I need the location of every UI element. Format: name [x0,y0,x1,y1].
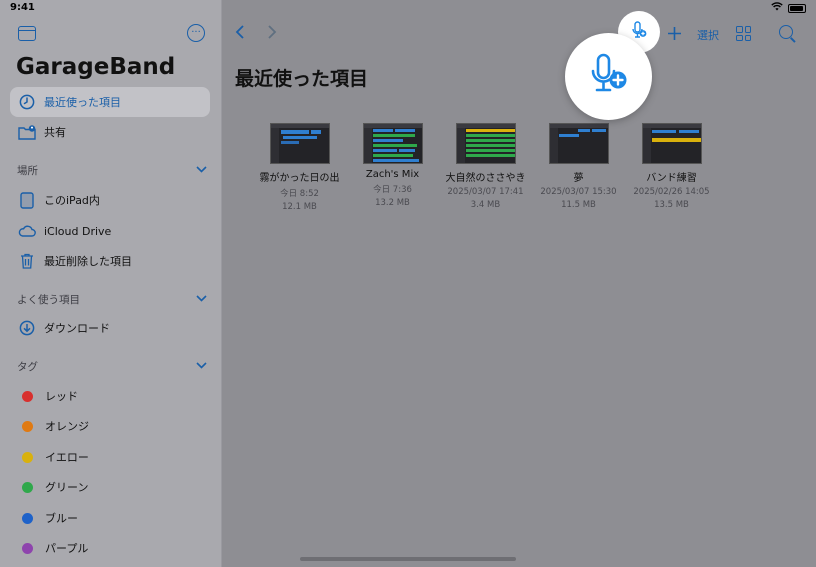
sidebar-item-label: このiPad内 [44,194,100,207]
file-size: 3.4 MB [470,200,501,210]
page-title: 最近使った項目 [235,68,369,90]
file-name: 霧がかった日の出 [259,173,340,184]
chevron-down-icon [196,165,207,176]
sidebar-item-tag-red[interactable]: レッド [10,381,210,411]
sidebar-item-label: レッド [45,390,78,403]
sidebar-section-tags[interactable]: タグ [17,357,207,375]
sidebar-item-on-ipad[interactable]: このiPad内 [10,185,210,215]
song-thumbnail [641,123,702,164]
file-size: 12.1 MB [282,202,317,212]
wifi-icon [771,2,783,14]
tag-dot-red [22,390,33,402]
sidebar-item-label: グリーン [45,481,89,494]
clock-icon [18,93,36,111]
sidebar-item-label: 共有 [44,126,66,139]
main-content: 選択 最近使った項目 霧がかった日の出 今日 8:52 12.1 MB Zach… [223,0,816,567]
file-name: 夢 [573,173,584,184]
song-thumbnail [548,123,609,164]
song-thumbnail [269,123,330,164]
file-item[interactable]: 霧がかった日の出 今日 8:52 12.1 MB [253,123,346,212]
search-icon[interactable] [779,25,793,39]
sidebar-item-label: パープル [45,542,89,555]
file-size: 13.2 MB [375,198,410,208]
shared-folder-icon [18,123,36,141]
file-date: 今日 8:52 [280,189,319,199]
sidebar-item-label: 最近使った項目 [44,96,121,109]
file-name: Zach's Mix [365,169,420,180]
status-icons [771,2,806,14]
back-chevron-icon[interactable] [235,24,245,45]
select-button[interactable]: 選択 [697,27,719,43]
cloud-icon [18,222,36,240]
sidebar-item-tag-blue[interactable]: ブルー [10,503,210,533]
file-item[interactable]: バンド練習 2025/02/26 14:05 13.5 MB [625,123,718,212]
file-date: 2025/03/07 17:41 [447,187,524,197]
sidebar: ··· GarageBand 最近使った項目 共有 場所 このiPad内 iCl… [0,0,222,567]
app-title: GarageBand [16,54,176,80]
grid-view-icon[interactable] [736,26,751,41]
file-size: 13.5 MB [654,200,689,210]
home-indicator [300,557,516,561]
file-date: 今日 7:36 [373,185,412,195]
status-time: 9:41 [10,2,35,13]
tag-dot-green [22,481,33,493]
sidebar-item-icloud[interactable]: iCloud Drive [10,216,210,246]
file-item[interactable]: Zach's Mix 今日 7:36 13.2 MB [346,123,439,212]
tag-dot-purple [22,542,33,554]
sidebar-item-label: iCloud Drive [44,224,112,238]
new-item-plus-icon[interactable] [667,22,682,46]
section-title: よく使う項目 [17,293,80,306]
sidebar-item-recently-deleted[interactable]: 最近削除した項目 [10,246,210,276]
sidebar-item-label: ブルー [45,512,78,525]
battery-icon [788,3,806,13]
file-item[interactable]: 夢 2025/03/07 15:30 11.5 MB [532,123,625,212]
sidebar-section-favorites[interactable]: よく使う項目 [17,290,207,308]
chevron-down-icon [196,294,207,305]
sidebar-item-downloads[interactable]: ダウンロード [10,313,210,343]
sidebar-item-tag-purple[interactable]: パープル [10,533,210,563]
microphone-plus-icon [589,53,629,101]
toolbar: 選択 [223,22,816,48]
song-thumbnail [455,123,516,164]
sidebar-item-label: オレンジ [45,420,89,433]
section-title: 場所 [17,164,38,177]
tag-dot-orange [22,420,33,432]
file-size: 11.5 MB [561,200,596,210]
sidebar-item-tag-green[interactable]: グリーン [10,472,210,502]
trash-icon [18,252,36,270]
forward-chevron-icon[interactable] [267,24,277,45]
sidebar-item-tag-orange[interactable]: オレンジ [10,411,210,441]
file-item[interactable]: 大自然のささやき 2025/03/07 17:41 3.4 MB [439,123,532,212]
file-grid: 霧がかった日の出 今日 8:52 12.1 MB Zach's Mix 今日 7… [253,123,718,212]
sidebar-item-shared[interactable]: 共有 [10,117,210,147]
sidebar-top-icons: ··· [0,22,222,46]
file-name: バンド練習 [646,173,697,184]
download-icon [18,319,36,337]
sidebar-item-label: 最近削除した項目 [44,255,132,268]
tag-dot-yellow [22,451,33,463]
sidebar-item-label: イエロー [45,451,89,464]
record-audio-callout [565,33,652,120]
file-name: 大自然のささやき [445,173,526,184]
ipad-icon [18,191,36,209]
section-title: タグ [17,360,38,373]
tag-dot-blue [22,512,33,524]
chevron-down-icon [196,361,207,372]
sidebar-toggle-icon[interactable] [18,26,36,41]
song-thumbnail [362,123,423,164]
microphone-plus-icon [631,21,647,43]
sidebar-item-tag-yellow[interactable]: イエロー [10,442,210,472]
sidebar-item-label: ダウンロード [44,322,110,335]
file-date: 2025/02/26 14:05 [633,187,710,197]
more-options-icon[interactable]: ··· [187,24,205,42]
sidebar-section-locations[interactable]: 場所 [17,161,207,179]
file-date: 2025/03/07 15:30 [540,187,617,197]
screen: 9:41 ··· GarageBand 最近使った項目 共有 場所 このiPad… [0,0,816,567]
sidebar-item-recents[interactable]: 最近使った項目 [10,87,210,117]
